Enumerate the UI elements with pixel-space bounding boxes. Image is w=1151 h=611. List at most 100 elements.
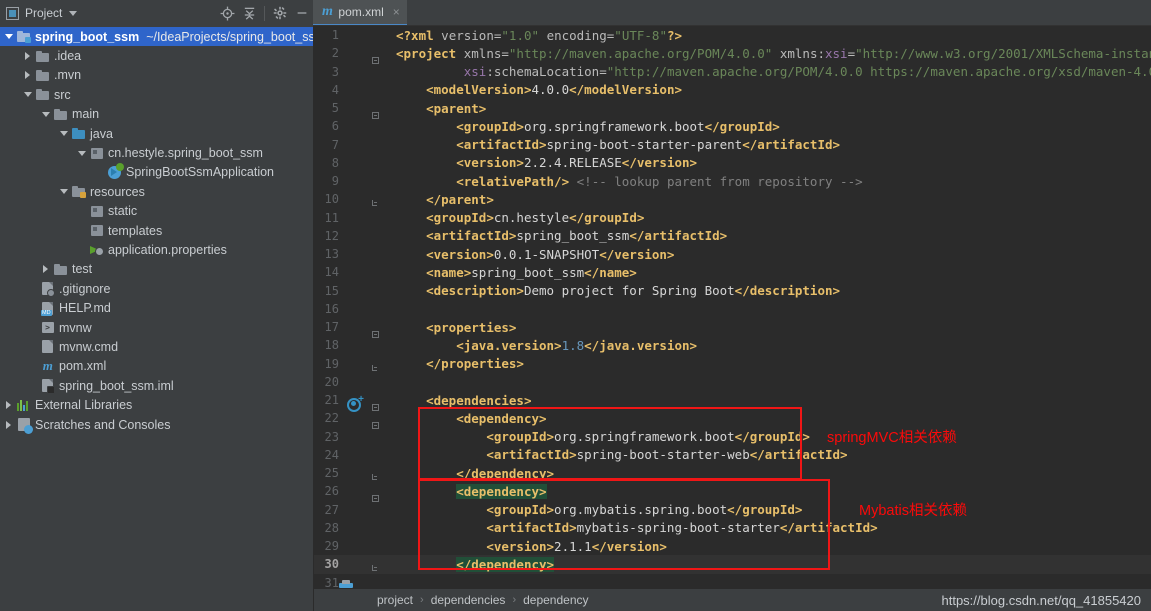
code-line[interactable]: 21 <dependencies> — [314, 391, 1151, 412]
expand-arrow-icon[interactable] — [75, 150, 88, 156]
tree-item-pom-xml[interactable]: m pom.xml — [0, 357, 313, 376]
project-tree[interactable]: spring_boot_ssm ~/IdeaProjects/spring_bo… — [0, 26, 313, 611]
tree-item-resources[interactable]: resources — [0, 182, 313, 201]
code-line[interactable]: 11 <groupId>cn.hestyle</groupId> — [314, 209, 1151, 227]
locate-icon[interactable] — [216, 2, 238, 24]
code-line[interactable]: 5 <parent> — [314, 99, 1151, 120]
folder-icon — [52, 263, 69, 275]
source-folder-icon — [70, 128, 87, 140]
package-icon — [88, 147, 105, 159]
tree-item-src[interactable]: src — [0, 85, 313, 104]
minimize-icon[interactable] — [291, 2, 313, 24]
code-line[interactable]: 17 <properties> — [314, 318, 1151, 339]
code-text: </parent> — [426, 191, 494, 207]
breadcrumb-dependencies[interactable]: dependencies — [431, 593, 506, 607]
line-number: 4 — [331, 82, 339, 97]
expand-arrow-icon[interactable] — [57, 189, 70, 195]
code-line[interactable]: 27 <groupId>org.mybatis.spring.boot</gro… — [314, 501, 1151, 519]
line-number: 3 — [331, 64, 339, 79]
close-icon[interactable]: × — [393, 6, 400, 18]
code-line[interactable]: 2 <project xmlns="http://maven.apache.or… — [314, 44, 1151, 65]
expand-arrow-icon[interactable] — [21, 71, 34, 80]
code-line[interactable]: 13 <version>0.0.1-SNAPSHOT</version> — [314, 245, 1151, 263]
line-number: 26 — [324, 484, 339, 499]
tab-label: pom.xml — [338, 5, 384, 19]
code-line[interactable]: 1 <?xml version="1.0" encoding="UTF-8"?> — [314, 26, 1151, 44]
code-line[interactable]: 19 </properties> — [314, 355, 1151, 373]
tree-item-test[interactable]: test — [0, 260, 313, 279]
code-text: <artifactId>spring_boot_ssm</artifactId> — [426, 228, 728, 244]
spring-boot-class-icon — [106, 162, 124, 179]
tree-item-scratches-and-consoles[interactable]: Scratches and Consoles — [0, 415, 313, 434]
expand-arrow-icon[interactable] — [21, 52, 34, 61]
tree-item-mvnw-cmd[interactable]: mvnw.cmd — [0, 337, 313, 356]
code-line[interactable]: 16 — [314, 300, 1151, 318]
line-number: 18 — [324, 338, 339, 353]
tree-item-templates[interactable]: templates — [0, 221, 313, 240]
tree-item-gitignore[interactable]: .gitignore — [0, 279, 313, 298]
tree-item-help-md[interactable]: MD HELP.md — [0, 298, 313, 317]
tree-item-label: External Libraries — [35, 398, 133, 413]
expand-arrow-icon[interactable] — [2, 34, 15, 40]
breadcrumb-dependency[interactable]: dependency — [523, 593, 588, 607]
code-line[interactable]: 10 </parent> — [314, 190, 1151, 208]
code-line[interactable]: 25 </dependency> — [314, 464, 1151, 482]
tree-item-label: spring_boot_ssm.iml — [59, 378, 174, 393]
chevron-down-icon[interactable] — [69, 10, 78, 16]
tree-item-iml[interactable]: spring_boot_ssm.iml — [0, 376, 313, 395]
expand-arrow-icon[interactable] — [2, 401, 15, 410]
code-line[interactable]: 31 — [314, 574, 1151, 589]
settings-gear-icon[interactable] — [269, 2, 291, 24]
breadcrumb-project[interactable]: project — [377, 593, 413, 607]
code-line[interactable]: 8 <version>2.2.4.RELEASE</version> — [314, 154, 1151, 172]
expand-arrow-icon[interactable] — [2, 420, 15, 429]
tab-pom-xml[interactable]: m pom.xml × — [313, 0, 407, 26]
tree-item-external-libraries[interactable]: External Libraries — [0, 395, 313, 414]
code-line[interactable]: 22 + <dependency> — [314, 394, 1151, 430]
code-line[interactable]: 3 xsi:schemaLocation="http://maven.apach… — [314, 63, 1151, 81]
expand-arrow-icon[interactable] — [39, 265, 52, 274]
code-line[interactable]: 28 <artifactId>mybatis-spring-boot-start… — [314, 519, 1151, 537]
code-line[interactable]: 14 <name>spring_boot_ssm</name> — [314, 263, 1151, 281]
tree-item-label: .mvn — [54, 68, 82, 83]
tree-item-label: application.properties — [108, 242, 227, 257]
tree-item-package[interactable]: cn.hestyle.spring_boot_ssm — [0, 143, 313, 162]
maven-file-icon: m — [42, 358, 53, 374]
code-line[interactable]: 6 <groupId>org.springframework.boot</gro… — [314, 117, 1151, 135]
code-line[interactable]: 23 <groupId>org.springframework.boot</gr… — [314, 428, 1151, 446]
tree-item-java[interactable]: java — [0, 124, 313, 143]
tree-item-spring-boot-ssm[interactable]: spring_boot_ssm ~/IdeaProjects/spring_bo… — [0, 27, 313, 47]
code-line[interactable]: 4 <modelVersion>4.0.0</modelVersion> — [314, 81, 1151, 99]
code-text: <version>0.0.1-SNAPSHOT</version> — [426, 246, 675, 262]
cmd-file-icon — [39, 340, 56, 354]
project-toolwindow-title: Project — [25, 6, 63, 20]
line-number: 7 — [331, 137, 339, 152]
code-line[interactable]: 9 <relativePath/> <!-- lookup parent fro… — [314, 172, 1151, 190]
expand-arrow-icon[interactable] — [21, 92, 34, 98]
code-line[interactable]: 26 <dependency> — [314, 482, 1151, 503]
code-line[interactable]: 7 <artifactId>spring-boot-starter-parent… — [314, 136, 1151, 154]
code-editor[interactable]: 1 <?xml version="1.0" encoding="UTF-8"?>… — [314, 26, 1151, 589]
code-line[interactable]: 29 <version>2.1.1</version> — [314, 537, 1151, 555]
breadcrumb-element-icon — [339, 579, 353, 588]
tree-item-mvn[interactable]: .mvn — [0, 66, 313, 85]
expand-arrow-icon[interactable] — [39, 111, 52, 117]
code-line-current[interactable]: 30 </dependency> — [314, 555, 1151, 574]
code-line[interactable]: 18 <java.version>1.8</java.version> — [314, 336, 1151, 354]
collapse-all-icon[interactable] — [238, 2, 260, 24]
maven-reimport-icon[interactable]: + — [347, 394, 364, 412]
tree-item-spring-boot-ssm-application[interactable]: SpringBootSsmApplication — [0, 162, 313, 182]
line-number: 19 — [324, 356, 339, 371]
code-line[interactable]: 12 <artifactId>spring_boot_ssm</artifact… — [314, 227, 1151, 245]
tree-item-main[interactable]: main — [0, 105, 313, 124]
tree-item-application-properties[interactable]: application.properties — [0, 240, 313, 259]
expand-arrow-icon[interactable] — [57, 131, 70, 137]
tree-item-idea[interactable]: .idea — [0, 46, 313, 65]
code-line[interactable]: 15 <description>Demo project for Spring … — [314, 282, 1151, 300]
code-text: <version>2.1.1</version> — [486, 538, 667, 554]
code-line[interactable]: 20 — [314, 373, 1151, 391]
tree-item-mvnw[interactable]: > mvnw — [0, 318, 313, 337]
code-line[interactable]: 24 <artifactId>spring-boot-starter-web</… — [314, 446, 1151, 464]
tree-item-label: resources — [90, 184, 145, 199]
tree-item-static[interactable]: static — [0, 202, 313, 221]
